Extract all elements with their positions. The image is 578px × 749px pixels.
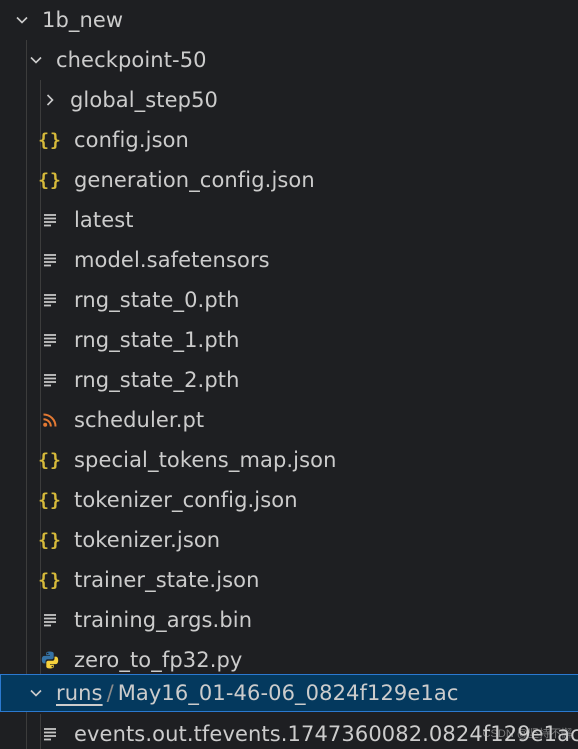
file-label: trainer_state.json — [74, 568, 260, 592]
file-label: scheduler.pt — [74, 408, 205, 432]
json-icon: {} — [38, 569, 62, 591]
file-label: zero_to_fp32.py — [74, 648, 243, 672]
tree-item-file[interactable]: training_args.bin — [0, 600, 578, 640]
watermark-text: CSDN @坚持不懈 — [482, 728, 572, 740]
tree-item-file[interactable]: model.safetensors — [0, 240, 578, 280]
chevron-right-icon[interactable] — [40, 90, 60, 110]
run-folder-label[interactable]: May16_01-46-06_0824f129e1ac — [118, 681, 459, 705]
tree-item-file[interactable]: rng_state_0.pth — [0, 280, 578, 320]
chevron-down-icon[interactable] — [12, 10, 32, 30]
tree-item-checkpoint-50[interactable]: checkpoint-50 — [0, 40, 578, 80]
tree-item-file[interactable]: {} tokenizer.json — [0, 520, 578, 560]
file-label: special_tokens_map.json — [74, 448, 337, 472]
rss-icon — [38, 408, 62, 432]
tree-item-file[interactable]: {} tokenizer_config.json — [0, 480, 578, 520]
text-file-icon — [38, 248, 62, 272]
file-label: tokenizer.json — [74, 528, 221, 552]
tree-item-global-step50[interactable]: global_step50 — [0, 80, 578, 120]
tree-item-file[interactable]: {} trainer_state.json — [0, 560, 578, 600]
python-icon — [38, 648, 62, 672]
json-icon: {} — [38, 489, 62, 511]
runs-folder-link[interactable]: runs — [56, 681, 103, 705]
file-label: generation_config.json — [74, 168, 315, 192]
file-label: tokenizer_config.json — [74, 488, 298, 512]
json-icon: {} — [38, 529, 62, 551]
json-icon: {} — [38, 129, 62, 151]
chevron-down-icon[interactable] — [26, 683, 46, 703]
file-label: latest — [74, 208, 134, 232]
text-file-icon — [38, 208, 62, 232]
file-label: rng_state_2.pth — [74, 368, 240, 392]
path-separator: / — [106, 681, 114, 705]
tree-item-file[interactable]: {} config.json — [0, 120, 578, 160]
text-file-icon — [38, 288, 62, 312]
text-file-icon — [38, 722, 62, 746]
folder-label: global_step50 — [70, 88, 218, 112]
file-label: model.safetensors — [74, 248, 270, 272]
tree-item-file[interactable]: {} generation_config.json — [0, 160, 578, 200]
file-label: config.json — [74, 128, 189, 152]
file-label: rng_state_0.pth — [74, 288, 240, 312]
tree-item-runs-folder[interactable]: runs / May16_01-46-06_0824f129e1ac — [0, 674, 578, 712]
folder-label: checkpoint-50 — [56, 48, 207, 72]
text-file-icon — [38, 608, 62, 632]
tree-item-file[interactable]: latest — [0, 200, 578, 240]
folder-label: 1b_new — [42, 8, 124, 32]
json-icon: {} — [38, 449, 62, 471]
file-label: training_args.bin — [74, 608, 253, 632]
text-file-icon — [38, 368, 62, 392]
tree-item-file[interactable]: scheduler.pt — [0, 400, 578, 440]
tree-item-file[interactable]: rng_state_1.pth — [0, 320, 578, 360]
text-file-icon — [38, 328, 62, 352]
tree-item-file[interactable]: rng_state_2.pth — [0, 360, 578, 400]
tree-item-1b-new[interactable]: 1b_new — [0, 0, 578, 40]
file-explorer: 1b_new checkpoint-50 global_step50 {} co… — [0, 0, 578, 749]
chevron-down-icon[interactable] — [26, 50, 46, 70]
json-icon: {} — [38, 169, 62, 191]
tree-item-file[interactable]: {} special_tokens_map.json — [0, 440, 578, 480]
file-label: rng_state_1.pth — [74, 328, 240, 352]
